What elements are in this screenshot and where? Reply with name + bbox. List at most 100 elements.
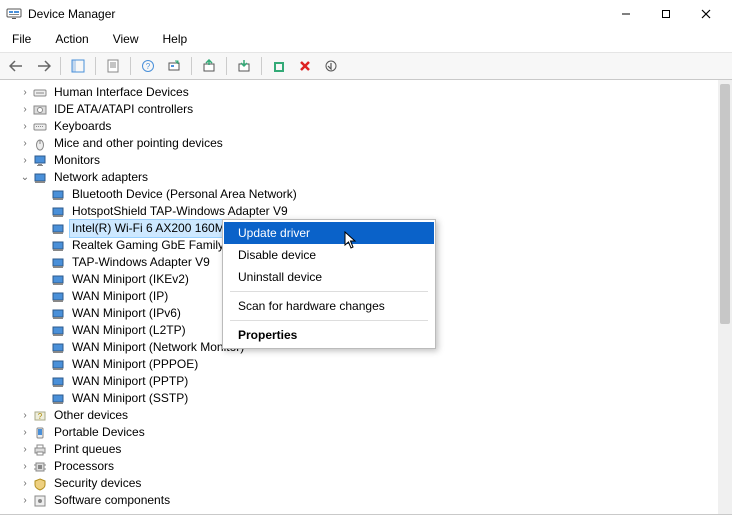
tree-label: WAN Miniport (IP): [70, 288, 170, 305]
tree-label: TAP-Windows Adapter V9: [70, 254, 212, 271]
tree-node-net-pptp[interactable]: WAN Miniport (PPTP): [6, 373, 732, 390]
network-adapter-icon: [50, 391, 66, 407]
update-driver-icon[interactable]: [198, 55, 220, 77]
network-adapter-icon: [50, 238, 66, 254]
expand-icon[interactable]: ›: [18, 441, 32, 458]
uninstall-device-icon[interactable]: [294, 55, 316, 77]
hid-icon: [32, 85, 48, 101]
network-adapter-icon: [50, 323, 66, 339]
network-adapter-icon: [50, 187, 66, 203]
tree-label: Print queues: [52, 441, 123, 458]
tree-label: Portable Devices: [52, 424, 147, 441]
tree-node-printq[interactable]: › Print queues: [6, 441, 732, 458]
close-button[interactable]: [686, 0, 726, 28]
menu-help[interactable]: Help: [159, 30, 192, 48]
tree-node-processors[interactable]: › Processors: [6, 458, 732, 475]
network-adapter-icon: [50, 374, 66, 390]
tree-label: Bluetooth Device (Personal Area Network): [70, 186, 299, 203]
ctx-uninstall-device[interactable]: Uninstall device: [224, 266, 434, 288]
tree-node-other[interactable]: › ? Other devices: [6, 407, 732, 424]
tree-node-net-hotspot[interactable]: HotspotShield TAP-Windows Adapter V9: [6, 203, 732, 220]
software-icon: [32, 493, 48, 509]
ctx-separator: [230, 291, 428, 292]
expand-icon[interactable]: ›: [18, 492, 32, 509]
ctx-separator: [230, 320, 428, 321]
tree-label: Mice and other pointing devices: [52, 135, 225, 152]
menu-action[interactable]: Action: [51, 30, 92, 48]
properties-icon[interactable]: [102, 55, 124, 77]
scan-hardware-icon[interactable]: [163, 55, 185, 77]
tree-label: Human Interface Devices: [52, 84, 191, 101]
scrollbar-thumb[interactable]: [720, 84, 730, 324]
disable-device-icon[interactable]: [233, 55, 255, 77]
expand-icon[interactable]: ›: [18, 118, 32, 135]
ctx-update-driver[interactable]: Update driver: [224, 222, 434, 244]
network-adapter-icon: [50, 272, 66, 288]
tree-node-keyboards[interactable]: › Keyboards: [6, 118, 732, 135]
context-menu: Update driver Disable device Uninstall d…: [222, 219, 436, 349]
toolbar: ?: [0, 52, 732, 80]
network-adapter-icon: [50, 255, 66, 271]
maximize-button[interactable]: [646, 0, 686, 28]
tree-node-net-bt[interactable]: Bluetooth Device (Personal Area Network): [6, 186, 732, 203]
tree-node-monitors[interactable]: › Monitors: [6, 152, 732, 169]
tree-label: Realtek Gaming GbE Family: [70, 237, 226, 254]
printer-icon: [32, 442, 48, 458]
tree-node-ide[interactable]: › IDE ATA/ATAPI controllers: [6, 101, 732, 118]
menu-file[interactable]: File: [8, 30, 35, 48]
show-hide-tree-icon[interactable]: [67, 55, 89, 77]
tree-label: Monitors: [52, 152, 102, 169]
ide-icon: [32, 102, 48, 118]
tree-label: WAN Miniport (PPTP): [70, 373, 190, 390]
security-icon: [32, 476, 48, 492]
minimize-button[interactable]: [606, 0, 646, 28]
network-adapter-icon: [50, 340, 66, 356]
tree-label: Software components: [52, 492, 172, 509]
expand-icon[interactable]: ›: [18, 424, 32, 441]
forward-icon[interactable]: [32, 55, 54, 77]
tree-node-hid[interactable]: › Human Interface Devices: [6, 84, 732, 101]
tree-label: IDE ATA/ATAPI controllers: [52, 101, 195, 118]
tree-node-security[interactable]: › Security devices: [6, 475, 732, 492]
processor-icon: [32, 459, 48, 475]
ctx-disable-device[interactable]: Disable device: [224, 244, 434, 266]
tree-label: WAN Miniport (IPv6): [70, 305, 183, 322]
svg-text:?: ?: [38, 412, 43, 421]
window-title: Device Manager: [28, 7, 115, 21]
enable-device-icon[interactable]: [268, 55, 290, 77]
tree-node-portable[interactable]: › Portable Devices: [6, 424, 732, 441]
network-adapter-icon: [32, 170, 48, 186]
tree-label: HotspotShield TAP-Windows Adapter V9: [70, 203, 290, 220]
ctx-properties[interactable]: Properties: [224, 324, 434, 346]
expand-icon[interactable]: ›: [18, 458, 32, 475]
other-devices-icon: ?: [32, 408, 48, 424]
menu-view[interactable]: View: [109, 30, 143, 48]
expand-icon[interactable]: ›: [18, 101, 32, 118]
network-adapter-icon: [50, 357, 66, 373]
tree-node-software[interactable]: › Software components: [6, 492, 732, 509]
network-adapter-icon: [50, 306, 66, 322]
ctx-scan-hardware[interactable]: Scan for hardware changes: [224, 295, 434, 317]
expand-icon[interactable]: ›: [18, 84, 32, 101]
tree-label-selected: Intel(R) Wi-Fi 6 AX200 160M: [70, 220, 227, 237]
collapse-icon[interactable]: ⌄: [18, 169, 32, 186]
tree-label: WAN Miniport (L2TP): [70, 322, 188, 339]
svg-text:?: ?: [146, 62, 151, 71]
expand-icon[interactable]: ›: [18, 475, 32, 492]
expand-icon[interactable]: ›: [18, 407, 32, 424]
tree-node-mice[interactable]: › Mice and other pointing devices: [6, 135, 732, 152]
tree-label: Security devices: [52, 475, 143, 492]
tree-label: WAN Miniport (SSTP): [70, 390, 190, 407]
back-icon[interactable]: [6, 55, 28, 77]
add-legacy-hardware-icon[interactable]: [320, 55, 342, 77]
help-icon[interactable]: ?: [137, 55, 159, 77]
expand-icon[interactable]: ›: [18, 152, 32, 169]
tree-node-net-sstp[interactable]: WAN Miniport (SSTP): [6, 390, 732, 407]
tree-node-network-adapters[interactable]: ⌄ Network adapters: [6, 169, 732, 186]
monitor-icon: [32, 153, 48, 169]
tree-node-net-pppoe[interactable]: WAN Miniport (PPPOE): [6, 356, 732, 373]
tree-label: WAN Miniport (IKEv2): [70, 271, 191, 288]
vertical-scrollbar[interactable]: [718, 80, 732, 514]
expand-icon[interactable]: ›: [18, 135, 32, 152]
tree-label: Network adapters: [52, 169, 150, 186]
